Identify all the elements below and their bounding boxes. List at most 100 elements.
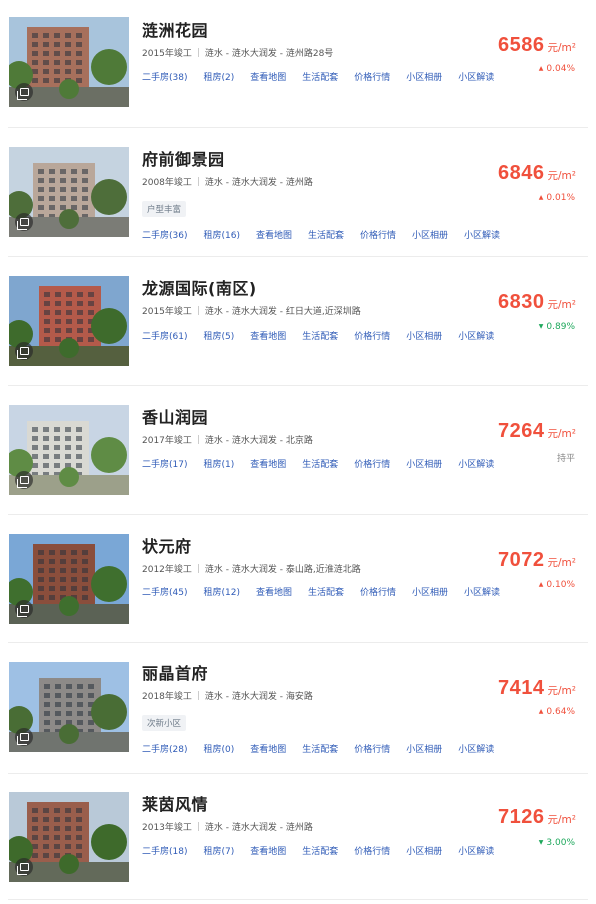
community-card[interactable]: 府前御景园 2008年竣工 涟水 - 涟水大润发 - 涟州路 户型丰富 二手房(36) 租… [0,128,596,257]
second-hand-link[interactable]: 二手房(28) [142,745,187,755]
price-trend-link[interactable]: 价格行情 [354,73,390,83]
build-year: 2017年竣工 [142,436,192,446]
price-change: ▲ 0.01% [539,193,575,203]
feature-tag: 次新小区 [142,715,187,731]
second-hand-link[interactable]: 二手房(18) [142,847,187,857]
community-name[interactable]: 香山润园 [142,404,208,428]
album-link[interactable]: 小区相册 [406,73,442,83]
album-link[interactable]: 小区相册 [406,745,442,755]
community-photo[interactable] [9,405,129,495]
divider [197,48,199,57]
map-link[interactable]: 查看地图 [250,460,286,470]
avg-price: 7264 元/m² [498,420,576,443]
analysis-link[interactable]: 小区解读 [464,588,500,598]
price-change: ▲ 0.10% [539,580,575,590]
price-trend-link[interactable]: 价格行情 [360,231,396,241]
amenities-link[interactable]: 生活配套 [308,231,344,241]
rent-link[interactable]: 租房(7) [203,847,234,857]
community-meta: 2015年竣工 涟水 - 涟水大润发 - 红日大道,近深圳路 [142,304,361,317]
price-trend-link[interactable]: 价格行情 [354,332,390,342]
price-unit: 元/m² [547,685,576,697]
community-location: 涟水 - 涟水大润发 - 红日大道,近深圳路 [204,307,361,317]
map-link[interactable]: 查看地图 [250,745,286,755]
amenities-link[interactable]: 生活配套 [302,460,338,470]
community-location: 涟水 - 涟水大润发 - 北京路 [204,436,313,446]
album-link[interactable]: 小区相册 [406,460,442,470]
community-name[interactable]: 莱茵风情 [142,791,208,815]
analysis-link[interactable]: 小区解读 [458,73,494,83]
community-name[interactable]: 涟洲花园 [142,17,208,41]
community-photo[interactable] [9,17,129,107]
community-card[interactable]: 丽晶首府 2018年竣工 涟水 - 涟水大润发 - 海安路 次新小区 二手房(28) 租房… [0,643,596,774]
community-card[interactable]: 涟洲花园 2015年竣工 涟水 - 涟水大润发 - 涟州路28号 二手房(38) 租房(… [0,0,596,128]
community-card[interactable]: 状元府 2012年竣工 涟水 - 涟水大润发 - 泰山路,近淮涟北路 二手房(45) 租… [0,515,596,643]
community-photo[interactable] [9,147,129,237]
map-link[interactable]: 查看地图 [256,231,292,241]
album-link[interactable]: 小区相册 [406,332,442,342]
album-link[interactable]: 小区相册 [412,231,448,241]
price-trend-link[interactable]: 价格行情 [354,745,390,755]
community-card[interactable]: 龙源国际(南区) 2015年竣工 涟水 - 涟水大润发 - 红日大道,近深圳路 二手房… [0,257,596,386]
map-link[interactable]: 查看地图 [250,73,286,83]
community-name[interactable]: 丽晶首府 [142,660,208,684]
price-value: 6846 [498,162,545,184]
price-trend-link[interactable]: 价格行情 [354,460,390,470]
rent-link[interactable]: 租房(1) [203,460,234,470]
map-link[interactable]: 查看地图 [256,588,292,598]
price-unit: 元/m² [547,170,576,182]
album-icon [15,213,33,231]
album-icon [15,342,33,360]
amenities-link[interactable]: 生活配套 [302,332,338,342]
community-photo[interactable] [9,276,129,366]
community-location: 涟水 - 涟水大润发 - 涟州路 [204,178,313,188]
price-value: 6830 [498,291,545,313]
second-hand-link[interactable]: 二手房(61) [142,332,187,342]
change-value: 0.10% [546,580,575,590]
analysis-link[interactable]: 小区解读 [458,847,494,857]
community-name[interactable]: 府前御景园 [142,146,225,170]
tree [91,308,127,344]
amenities-link[interactable]: 生活配套 [308,588,344,598]
album-link[interactable]: 小区相册 [412,588,448,598]
community-meta: 2017年竣工 涟水 - 涟水大润发 - 北京路 [142,433,313,446]
triangle-down-icon: ▼ [538,839,544,846]
triangle-down-icon: ▼ [538,323,544,330]
price-trend-link[interactable]: 价格行情 [354,847,390,857]
rent-link[interactable]: 租房(5) [203,332,234,342]
rent-link[interactable]: 租房(16) [203,231,239,241]
community-photo[interactable] [9,662,129,752]
community-location: 涟水 - 涟水大润发 - 泰山路,近淮涟北路 [204,565,361,575]
tree [59,854,79,874]
avg-price: 6586 元/m² [498,34,576,57]
amenities-link[interactable]: 生活配套 [302,745,338,755]
second-hand-link[interactable]: 二手房(17) [142,460,187,470]
price-trend-link[interactable]: 价格行情 [360,588,396,598]
amenities-link[interactable]: 生活配套 [302,73,338,83]
rent-link[interactable]: 租房(0) [203,745,234,755]
rent-link[interactable]: 租房(2) [203,73,234,83]
community-card[interactable]: 香山润园 2017年竣工 涟水 - 涟水大润发 - 北京路二手房(17) 租房(1) 查… [0,386,596,515]
second-hand-link[interactable]: 二手房(45) [142,588,187,598]
album-icon [15,858,33,876]
album-icon [15,471,33,489]
album-link[interactable]: 小区相册 [406,847,442,857]
amenities-link[interactable]: 生活配套 [302,847,338,857]
community-photo[interactable] [9,534,129,624]
second-hand-link[interactable]: 二手房(38) [142,73,187,83]
tree [91,566,127,602]
rent-link[interactable]: 租房(12) [203,588,239,598]
build-year: 2018年竣工 [142,692,192,702]
analysis-link[interactable]: 小区解读 [464,231,500,241]
tree [59,79,79,99]
community-card[interactable]: 莱茵风情 2013年竣工 涟水 - 涟水大润发 - 涟州路 二手房(18) 租房(7) 查… [0,774,596,900]
analysis-link[interactable]: 小区解读 [458,460,494,470]
map-link[interactable]: 查看地图 [250,332,286,342]
community-name[interactable]: 状元府 [142,533,192,557]
map-link[interactable]: 查看地图 [250,847,286,857]
analysis-link[interactable]: 小区解读 [458,745,494,755]
second-hand-link[interactable]: 二手房(36) [142,231,187,241]
analysis-link[interactable]: 小区解读 [458,332,494,342]
community-photo[interactable] [9,792,129,882]
price-value: 7126 [498,806,545,828]
community-name[interactable]: 龙源国际(南区) [142,275,257,299]
